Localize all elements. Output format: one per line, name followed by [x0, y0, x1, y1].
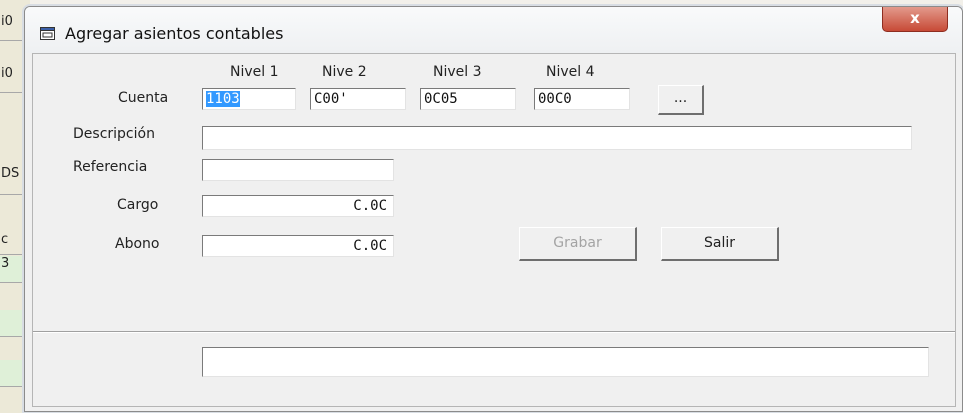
- level-4-input[interactable]: 00C0: [534, 88, 630, 110]
- cargo-input[interactable]: C.0C: [202, 195, 394, 217]
- browse-button[interactable]: ...: [658, 85, 704, 115]
- background-cell: i0: [0, 66, 24, 93]
- level-1-value: 1103: [206, 91, 240, 107]
- background-cell: i0: [0, 14, 24, 41]
- window-icon: [40, 27, 55, 40]
- descripcion-label: Descripción: [73, 126, 155, 142]
- window-title: Agregar asientos contables: [65, 24, 284, 43]
- close-button[interactable]: x: [882, 7, 948, 32]
- level-3-input[interactable]: 0C05: [420, 88, 516, 110]
- level-1-input[interactable]: 1103: [202, 88, 296, 110]
- background-cell: 3: [0, 256, 24, 283]
- separator: [33, 331, 955, 333]
- referencia-label: Referencia: [73, 159, 148, 175]
- background-cell: [0, 360, 24, 387]
- dialog-content: Nivel 1 Nive 2 Nivel 3 Nivel 4 Cuenta 11…: [32, 53, 956, 407]
- status-field: [202, 347, 929, 377]
- title-bar[interactable]: Agregar asientos contables x: [25, 7, 962, 53]
- cargo-label: Cargo: [117, 197, 159, 213]
- level-3-header: Nivel 3: [433, 64, 482, 80]
- add-entries-dialog: Agregar asientos contables x Nivel 1 Niv…: [24, 6, 963, 412]
- referencia-input[interactable]: [202, 159, 394, 181]
- background-cell: [0, 310, 24, 337]
- abono-input[interactable]: C.0C: [202, 235, 394, 257]
- descripcion-input[interactable]: [202, 126, 912, 150]
- abono-label: Abono: [115, 236, 160, 252]
- background-cell: c: [0, 232, 24, 255]
- background-cell: DS: [0, 166, 24, 195]
- cuenta-label: Cuenta: [118, 90, 169, 106]
- level-1-header: Nivel 1: [230, 64, 279, 80]
- grabar-button[interactable]: Grabar: [519, 227, 637, 261]
- level-2-input[interactable]: C00': [310, 88, 406, 110]
- level-2-header: Nive 2: [322, 64, 367, 80]
- level-4-header: Nivel 4: [546, 64, 595, 80]
- salir-button[interactable]: Salir: [661, 227, 779, 261]
